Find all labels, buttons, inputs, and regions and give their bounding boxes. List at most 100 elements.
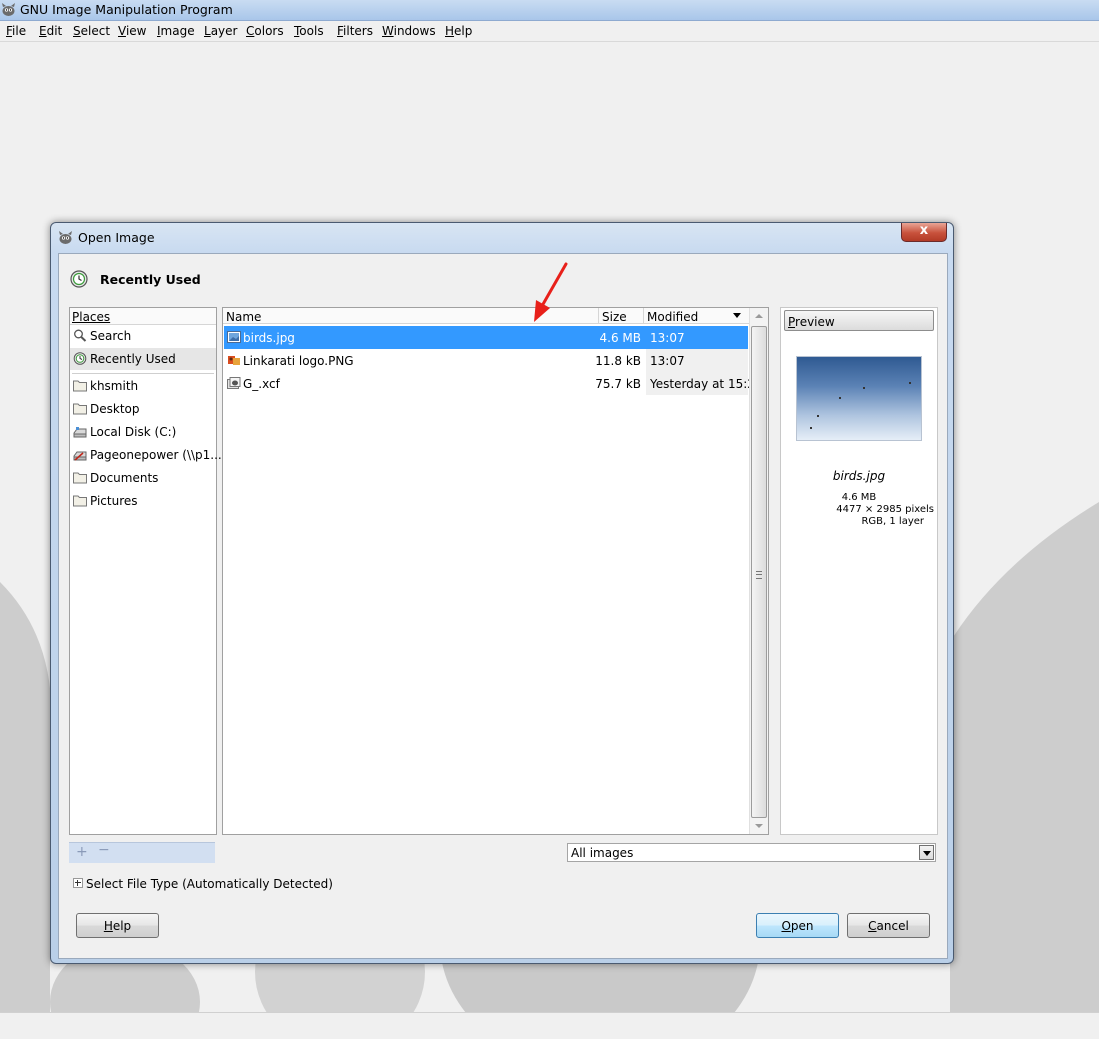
folder-icon bbox=[73, 380, 87, 392]
folder-icon bbox=[73, 472, 87, 484]
remove-bookmark-button[interactable]: − bbox=[98, 842, 110, 858]
gimp-icon bbox=[59, 231, 72, 244]
menu-view[interactable]: View bbox=[118, 24, 146, 38]
location-label: Recently Used bbox=[100, 272, 201, 287]
places-header-label: Places bbox=[72, 310, 111, 324]
column-size[interactable]: Size bbox=[598, 308, 643, 324]
app-titlebar: GNU Image Manipulation Program bbox=[0, 0, 1099, 21]
drive-icon bbox=[73, 427, 87, 438]
file-row-linkarati[interactable]: Linkarati logo.PNG 11.8 kB 13:07 bbox=[224, 349, 748, 372]
column-size-label: Size bbox=[602, 310, 627, 324]
column-modified-label: Modified bbox=[647, 310, 699, 324]
sort-descending-icon bbox=[733, 313, 741, 318]
file-modified: Yesterday at 15:20 bbox=[650, 377, 763, 391]
place-label: Pictures bbox=[90, 494, 138, 508]
menu-windows[interactable]: Windows bbox=[382, 24, 436, 38]
place-label: Local Disk (C:) bbox=[90, 425, 177, 439]
preview-mode: RGB, 1 layer bbox=[861, 516, 924, 527]
file-list-scrollbar[interactable] bbox=[749, 308, 768, 834]
menubar: File Edit Select View Image Layer Colors… bbox=[0, 21, 1099, 42]
menu-edit[interactable]: Edit bbox=[39, 24, 62, 38]
recent-icon bbox=[73, 352, 87, 365]
preview-filename: birds.jpg bbox=[832, 469, 886, 483]
file-name: G_.xcf bbox=[243, 377, 280, 391]
place-label: Search bbox=[90, 329, 132, 343]
place-label: Documents bbox=[90, 471, 159, 485]
file-modified-cell: Yesterday at 15:20 bbox=[646, 372, 763, 395]
grip-icon bbox=[756, 571, 762, 579]
places-header[interactable]: Places bbox=[70, 308, 216, 325]
expand-icon[interactable] bbox=[73, 878, 83, 888]
menu-layer[interactable]: Layer bbox=[204, 24, 237, 38]
open-button-label: Open bbox=[781, 919, 814, 933]
preview-dimensions: 4477 × 2985 pixels bbox=[836, 504, 934, 515]
menu-filters[interactable]: Filters bbox=[337, 24, 373, 38]
menu-tools[interactable]: Tools bbox=[294, 24, 324, 38]
place-label: Recently Used bbox=[90, 352, 176, 366]
chevron-down-icon[interactable] bbox=[919, 845, 934, 860]
place-label: Desktop bbox=[90, 402, 140, 416]
open-button[interactable]: Open bbox=[756, 913, 839, 938]
dialog-title: Open Image bbox=[78, 230, 155, 245]
file-modified-cell: 13:07 bbox=[646, 326, 748, 349]
place-desktop[interactable]: Desktop bbox=[70, 398, 216, 420]
cancel-button-label: Cancel bbox=[868, 919, 909, 933]
place-documents[interactable]: Documents bbox=[70, 467, 216, 489]
cancel-button[interactable]: Cancel bbox=[847, 913, 930, 938]
image-icon bbox=[227, 331, 241, 343]
file-list: Name Size Modified birds.jpg 4.6 MB 13:0… bbox=[222, 307, 769, 835]
dialog-body: Recently Used Places Search Recently Use… bbox=[58, 253, 948, 959]
places-panel: Places Search Recently Used khsmith Desk… bbox=[69, 307, 222, 835]
scroll-down-icon[interactable] bbox=[755, 824, 763, 828]
file-name: Linkarati logo.PNG bbox=[243, 354, 354, 368]
menu-image[interactable]: Image bbox=[157, 24, 195, 38]
search-icon bbox=[74, 329, 87, 342]
preview-thumbnail bbox=[796, 356, 922, 441]
folder-icon bbox=[73, 403, 87, 415]
folder-icon bbox=[73, 495, 87, 507]
image-icon bbox=[228, 356, 240, 365]
menu-colors[interactable]: Colors bbox=[246, 24, 284, 38]
file-name: birds.jpg bbox=[243, 331, 295, 345]
menu-file[interactable]: File bbox=[6, 24, 26, 38]
file-filter-dropdown[interactable]: All images bbox=[567, 843, 936, 862]
network-drive-icon bbox=[73, 451, 87, 461]
place-label: khsmith bbox=[90, 379, 139, 393]
file-row-birds[interactable]: birds.jpg 4.6 MB 13:07 bbox=[224, 326, 748, 349]
file-size: 11.8 kB bbox=[595, 354, 641, 368]
file-size: 75.7 kB bbox=[595, 377, 641, 391]
preview-pane: Preview birds.jpg 4.6 MB 4477 × 2985 pix… bbox=[780, 307, 938, 835]
places-buttons: + − bbox=[69, 842, 215, 863]
app-title: GNU Image Manipulation Program bbox=[20, 2, 233, 17]
file-modified: 13:07 bbox=[650, 354, 685, 368]
menu-select[interactable]: Select bbox=[73, 24, 110, 38]
menu-help[interactable]: Help bbox=[445, 24, 472, 38]
place-recently-used[interactable]: Recently Used bbox=[70, 348, 216, 370]
place-khsmith[interactable]: khsmith bbox=[70, 375, 216, 397]
scrollbar-thumb[interactable] bbox=[751, 326, 767, 818]
close-button[interactable]: x bbox=[901, 223, 947, 242]
file-filter-value: All images bbox=[571, 846, 634, 860]
help-button-label: Help bbox=[103, 919, 132, 933]
scroll-up-icon[interactable] bbox=[755, 314, 763, 318]
file-modified: 13:07 bbox=[650, 331, 685, 345]
gimp-file-icon bbox=[227, 377, 241, 389]
select-file-type-expander[interactable]: Select File Type (Automatically Detected… bbox=[86, 877, 333, 891]
close-icon: x bbox=[919, 223, 929, 238]
help-button[interactable]: Help bbox=[76, 913, 159, 938]
file-modified-cell: 13:07 bbox=[646, 349, 748, 372]
places-separator bbox=[72, 373, 214, 374]
file-size: 4.6 MB bbox=[599, 331, 641, 345]
open-image-dialog: Open Image x Recently Used Places Search… bbox=[50, 222, 954, 964]
file-row-xcf[interactable]: G_.xcf 75.7 kB Yesterday at 15:20 bbox=[224, 372, 763, 395]
place-pictures[interactable]: Pictures bbox=[70, 490, 216, 512]
place-search[interactable]: Search bbox=[70, 325, 216, 347]
place-local-disk[interactable]: Local Disk (C:) bbox=[70, 421, 216, 443]
gimp-icon bbox=[2, 3, 15, 16]
add-bookmark-button[interactable]: + bbox=[76, 844, 88, 860]
place-label: Pageonepower (\\p1... bbox=[90, 448, 222, 462]
column-modified[interactable]: Modified bbox=[643, 308, 749, 324]
place-network-drive[interactable]: Pageonepower (\\p1... bbox=[70, 444, 222, 466]
preview-filesize: 4.6 MB bbox=[841, 492, 877, 503]
preview-button[interactable]: Preview bbox=[784, 310, 934, 331]
